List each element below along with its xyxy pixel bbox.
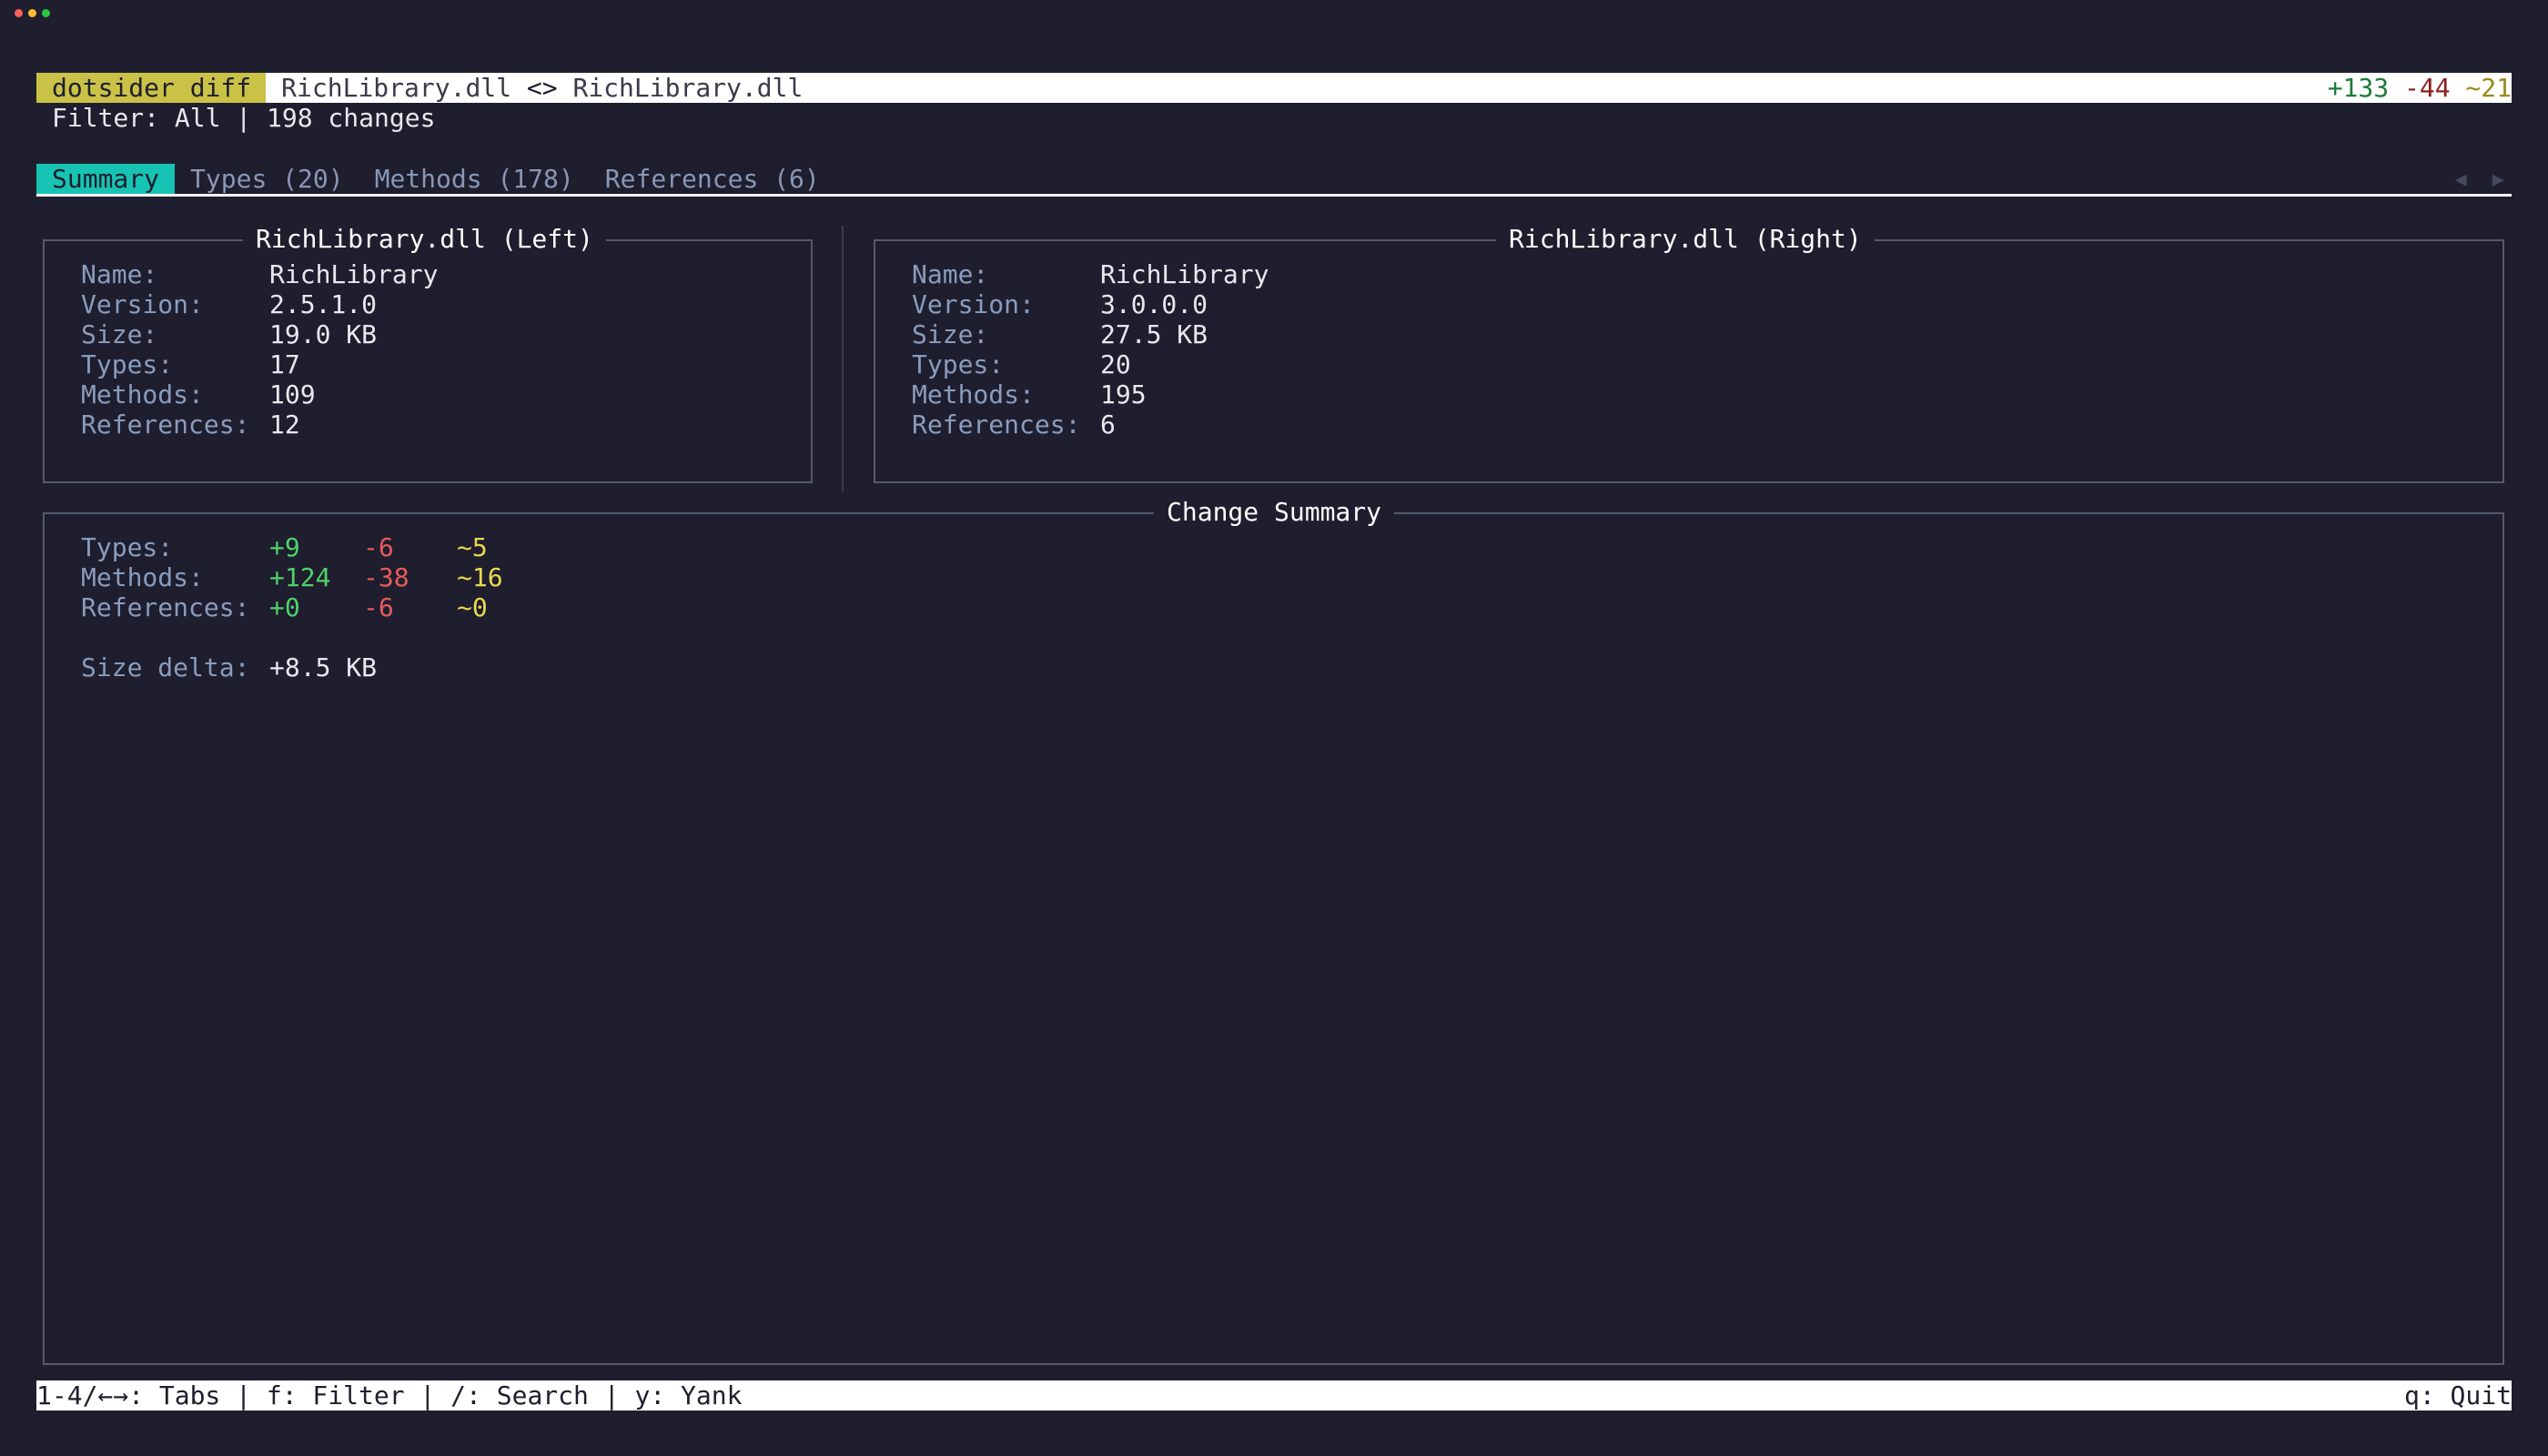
filter-status: Filter: All | 198 changes xyxy=(52,103,436,133)
left-panel-title: RichLibrary.dll (Left) xyxy=(243,224,606,255)
summary-row-methods: Methods: +124 -38 ~16 xyxy=(81,562,503,592)
keybinding-hints: 1-4/←→: Tabs | f: Filter | /: Search | y… xyxy=(36,1380,743,1410)
right-assembly-panel: RichLibrary.dll (Right) Name: RichLibrary… xyxy=(874,224,2504,483)
info-row-types: Types: 17 xyxy=(81,349,300,379)
size-delta-row: Size delta: +8.5 KB xyxy=(81,652,378,682)
app-name-badge: dotsider diff xyxy=(36,73,267,103)
tab-types[interactable]: Types (20) xyxy=(175,164,359,195)
info-row-size: Size: 27.5 KB xyxy=(912,319,1208,349)
summary-row-references: References: +0 -6 ~0 xyxy=(81,592,488,622)
added-count: +133 xyxy=(2327,73,2390,103)
minimize-window-icon[interactable] xyxy=(28,9,36,17)
info-row-references: References: 6 xyxy=(912,410,1116,440)
change-counts: +133 -44 ~21 xyxy=(2328,73,2512,103)
tab-scroll-arrows: ◀ ▶ xyxy=(2455,168,2513,191)
summary-row-types: Types: +9 -6 ~5 xyxy=(81,532,488,562)
tab-bar: Summary Types (20) Methods (178) Referen… xyxy=(36,164,2512,195)
tab-references[interactable]: References (6) xyxy=(590,164,835,195)
tab-next-icon[interactable]: ▶ xyxy=(2492,168,2504,191)
close-window-icon[interactable] xyxy=(15,9,23,17)
title-bar: dotsider diff RichLibrary.dll <> RichLib… xyxy=(36,73,2512,103)
modified-count: ~21 xyxy=(2465,73,2512,103)
change-summary-rows: Types: +9 -6 ~5 Methods: +124 -38 ~16 Re… xyxy=(81,532,551,682)
info-row-methods: Methods: 109 xyxy=(81,379,316,410)
info-row-methods: Methods: 195 xyxy=(912,379,1147,410)
removed-count: -44 xyxy=(2403,73,2451,103)
compare-separator: <> xyxy=(526,73,558,103)
change-summary-title: Change Summary xyxy=(1154,497,1395,528)
info-row-version: Version: 2.5.1.0 xyxy=(81,289,378,319)
right-panel-title: RichLibrary.dll (Right) xyxy=(1496,224,1875,255)
info-row-name: Name: RichLibrary xyxy=(912,259,1269,289)
info-row-name: Name: RichLibrary xyxy=(81,259,439,289)
quit-hint: q: Quit xyxy=(2403,1380,2512,1410)
right-info-rows: Name: RichLibrary Version: 3.0.0.0 Size: 27… xyxy=(912,259,1269,440)
tab-underline xyxy=(36,194,2512,197)
compared-files: RichLibrary.dll <> RichLibrary.dll xyxy=(266,73,803,103)
panel-divider xyxy=(842,226,844,491)
left-assembly-panel: RichLibrary.dll (Left) Name: RichLibrary … xyxy=(43,224,813,483)
info-row-size: Size: 19.0 KB xyxy=(81,319,378,349)
right-file-name: RichLibrary.dll xyxy=(572,73,804,103)
info-row-version: Version: 3.0.0.0 xyxy=(912,289,1208,319)
info-row-references: References: 12 xyxy=(81,410,300,440)
window-controls xyxy=(15,9,50,17)
tab-prev-icon[interactable]: ◀ xyxy=(2455,168,2467,191)
status-bar: 1-4/←→: Tabs | f: Filter | /: Search | y… xyxy=(36,1380,2512,1410)
left-info-rows: Name: RichLibrary Version: 2.5.1.0 Size: 19… xyxy=(81,259,438,440)
maximize-window-icon[interactable] xyxy=(42,9,50,17)
tab-methods[interactable]: Methods (178) xyxy=(359,164,590,195)
info-row-types: Types: 20 xyxy=(912,349,1131,379)
tab-summary[interactable]: Summary xyxy=(36,164,176,195)
left-file-name: RichLibrary.dll xyxy=(281,73,512,103)
change-summary-panel: Change Summary Types: +9 -6 ~5 Methods: … xyxy=(43,497,2504,1365)
